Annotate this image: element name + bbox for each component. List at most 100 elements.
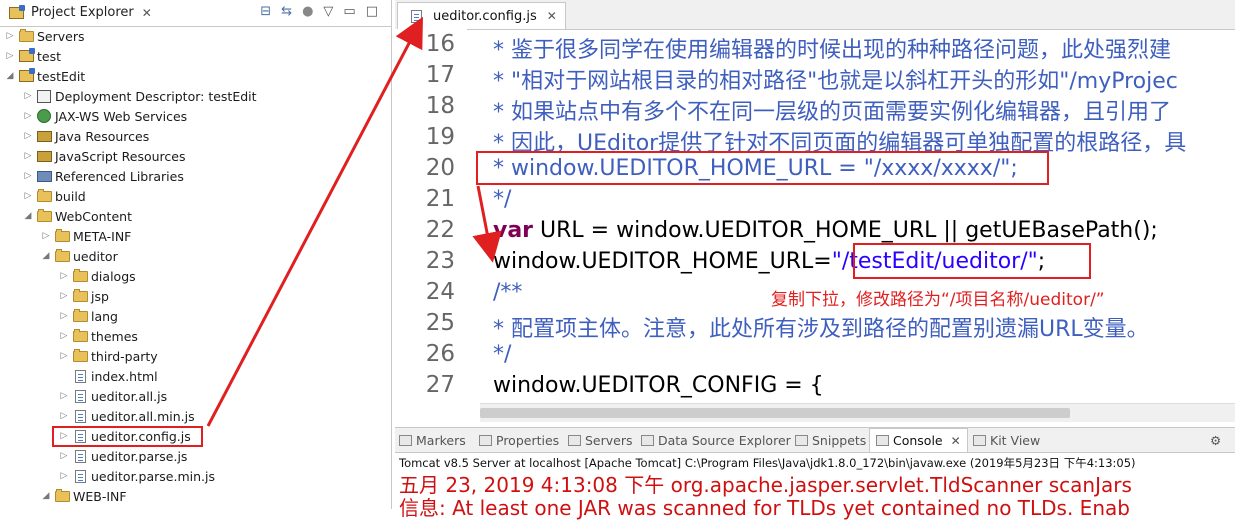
tree-item-webcontent[interactable]: ◢ WebContent [22,206,132,226]
project-explorer-tab[interactable]: Project Explorer ✕ [0,0,158,25]
line-number: 25 [425,310,455,336]
code-text: URL = window.UEDITOR_HOME_URL || getUEBa… [533,218,1158,243]
tree-item-build[interactable]: ▷ build [22,186,86,206]
expand-arrow-icon[interactable]: ▷ [22,151,34,161]
expand-arrow-icon[interactable]: ▷ [58,311,70,321]
project-explorer-tab-bar: Project Explorer ✕ ⊟ ⇆ ● ▽ ▭ □ [0,0,391,27]
expand-arrow-icon[interactable]: ▷ [58,411,70,421]
tree-item-servers[interactable]: ▷ Servers [4,26,85,46]
tree-item-themes[interactable]: ▷ themes [58,326,138,346]
tree-item-javascript-resources[interactable]: ▷ JavaScript Resources [22,146,186,166]
bottom-tab-bar: Markers Properties Servers Data Source E… [395,428,1235,453]
collapse-arrow-icon[interactable]: ◢ [4,71,16,81]
close-icon[interactable]: ✕ [547,9,557,23]
link-with-editor-icon[interactable]: ⇆ [281,4,292,19]
expand-arrow-icon[interactable]: ▷ [58,351,70,361]
tree-item-label: build [55,188,86,204]
tree-item-meta-inf[interactable]: ▷ META-INF [40,226,131,246]
tab-servers[interactable]: Servers [568,428,633,452]
expand-arrow-icon[interactable]: ▷ [58,271,70,281]
expand-arrow-icon[interactable]: ▷ [58,331,70,341]
tree-item-ueditor-parse-js[interactable]: ▷ ueditor.parse.js [58,446,188,466]
scrollbar-thumb[interactable] [480,408,1070,418]
tree-item-label: WebContent [55,208,132,224]
line-number-gutter: 16 17 18 19 20 21 22 23 24 25 26 27 [395,29,467,399]
tree-item-testedit[interactable]: ◢ testEdit [4,66,85,86]
servers-icon [568,434,581,446]
horizontal-scrollbar[interactable] [480,403,1235,422]
tree-item-lang[interactable]: ▷ lang [58,306,118,326]
tree-item-jsp[interactable]: ▷ jsp [58,286,109,306]
collapse-arrow-icon[interactable]: ◢ [40,251,52,261]
open-console-icon[interactable]: ⚙ [1210,428,1221,452]
expand-arrow-icon[interactable]: ▷ [58,291,70,301]
tree-item-ueditor-all-min-js[interactable]: ▷ ueditor.all.min.js [58,406,195,426]
tree-item-label: ueditor.parse.min.js [91,468,215,484]
tree-item-ueditor-all-js[interactable]: ▷ ueditor.all.js [58,386,168,406]
editor-tab-ueditor-config-js[interactable]: ueditor.config.js ✕ [397,2,566,29]
tab-kit-view[interactable]: Kit View [973,428,1040,452]
code-line: * 配置项主体。注意，此处所有涉及到路径的配置别遗漏URL变量。 [493,317,1149,342]
folder-icon [72,348,88,363]
expand-arrow-icon[interactable]: ▷ [22,111,34,121]
expand-arrow-icon[interactable]: ▷ [22,91,34,101]
line-number: 21 [425,186,455,212]
expand-arrow-icon[interactable]: ▷ [4,51,16,61]
code-area[interactable]: * 鉴于很多同学在使用编辑器的时候出现的种种路径问题，此处强烈建 * "相对于网… [493,29,1235,399]
markers-icon [399,434,412,446]
tree-item-index-html[interactable]: index.html [58,366,158,386]
expand-arrow-icon[interactable]: ▷ [22,191,34,201]
folder-icon [36,208,52,223]
folder-icon [72,288,88,303]
expand-arrow-icon[interactable]: ▷ [22,131,34,141]
tree-item-ueditor[interactable]: ◢ ueditor [40,246,118,266]
highlight-box-home-url-comment [476,151,1049,185]
tab-console[interactable]: Console ✕ [869,428,968,452]
tree-item-ueditor-parse-min-js[interactable]: ▷ ueditor.parse.min.js [58,466,215,486]
tree-item-third-party[interactable]: ▷ third-party [58,346,158,366]
close-icon[interactable]: ✕ [142,6,152,20]
collapse-all-icon[interactable]: ⊟ [260,4,271,19]
tree-item-label: index.html [91,368,158,384]
tree-item-deployment-descriptor[interactable]: ▷ Deployment Descriptor: testEdit [22,86,257,106]
library-icon [36,169,52,183]
expand-arrow-icon[interactable]: ▷ [58,471,70,481]
expand-arrow-icon[interactable]: ▷ [22,171,34,181]
expand-arrow-icon[interactable]: ▷ [58,451,70,461]
collapse-arrow-icon[interactable]: ◢ [40,491,52,501]
project-explorer-icon [8,4,25,20]
tree-item-referenced-libraries[interactable]: ▷ Referenced Libraries [22,166,184,186]
tab-properties[interactable]: Properties [479,428,559,452]
expand-arrow-icon[interactable]: ▷ [40,231,52,241]
minimize-icon[interactable]: ▭ [343,4,355,19]
folder-icon [72,308,88,323]
expand-arrow-icon[interactable]: ▷ [58,391,70,401]
javascript-resources-icon [36,149,52,163]
tab-markers[interactable]: Markers [399,428,466,452]
console-icon [876,435,889,446]
highlight-box-config-file [52,426,203,447]
project-icon [18,48,35,63]
tree-item-web-inf[interactable]: ◢ WEB-INF [40,486,127,506]
project-explorer-title: Project Explorer [31,5,134,20]
tree-item-test[interactable]: ▷ test [4,46,61,66]
js-file-icon [72,409,88,423]
close-icon[interactable]: ✕ [951,434,961,448]
console-log-line: 信息: At least one JAR was scanned for TLD… [399,496,1130,520]
view-menu-icon[interactable]: ▽ [323,4,333,19]
collapse-arrow-icon[interactable]: ◢ [22,211,34,221]
tab-data-source-explorer[interactable]: Data Source Explorer [641,428,791,452]
tree-item-java-resources[interactable]: ▷ Java Resources [22,126,150,146]
tree-item-dialogs[interactable]: ▷ dialogs [58,266,136,286]
editor-tab-label: ueditor.config.js [433,8,537,24]
deployment-descriptor-icon [36,89,52,103]
focus-icon[interactable]: ● [302,4,313,19]
tree-item-label: Deployment Descriptor: testEdit [55,88,257,104]
expand-arrow-icon[interactable]: ▷ [4,31,16,41]
line-number: 24 [425,279,455,305]
maximize-icon[interactable]: □ [366,4,378,19]
tree-item-jax-ws[interactable]: ▷ JAX-WS Web Services [22,106,188,126]
line-number: 18 [425,93,455,119]
tab-snippets[interactable]: Snippets [795,428,866,452]
code-line: /** [493,280,523,305]
